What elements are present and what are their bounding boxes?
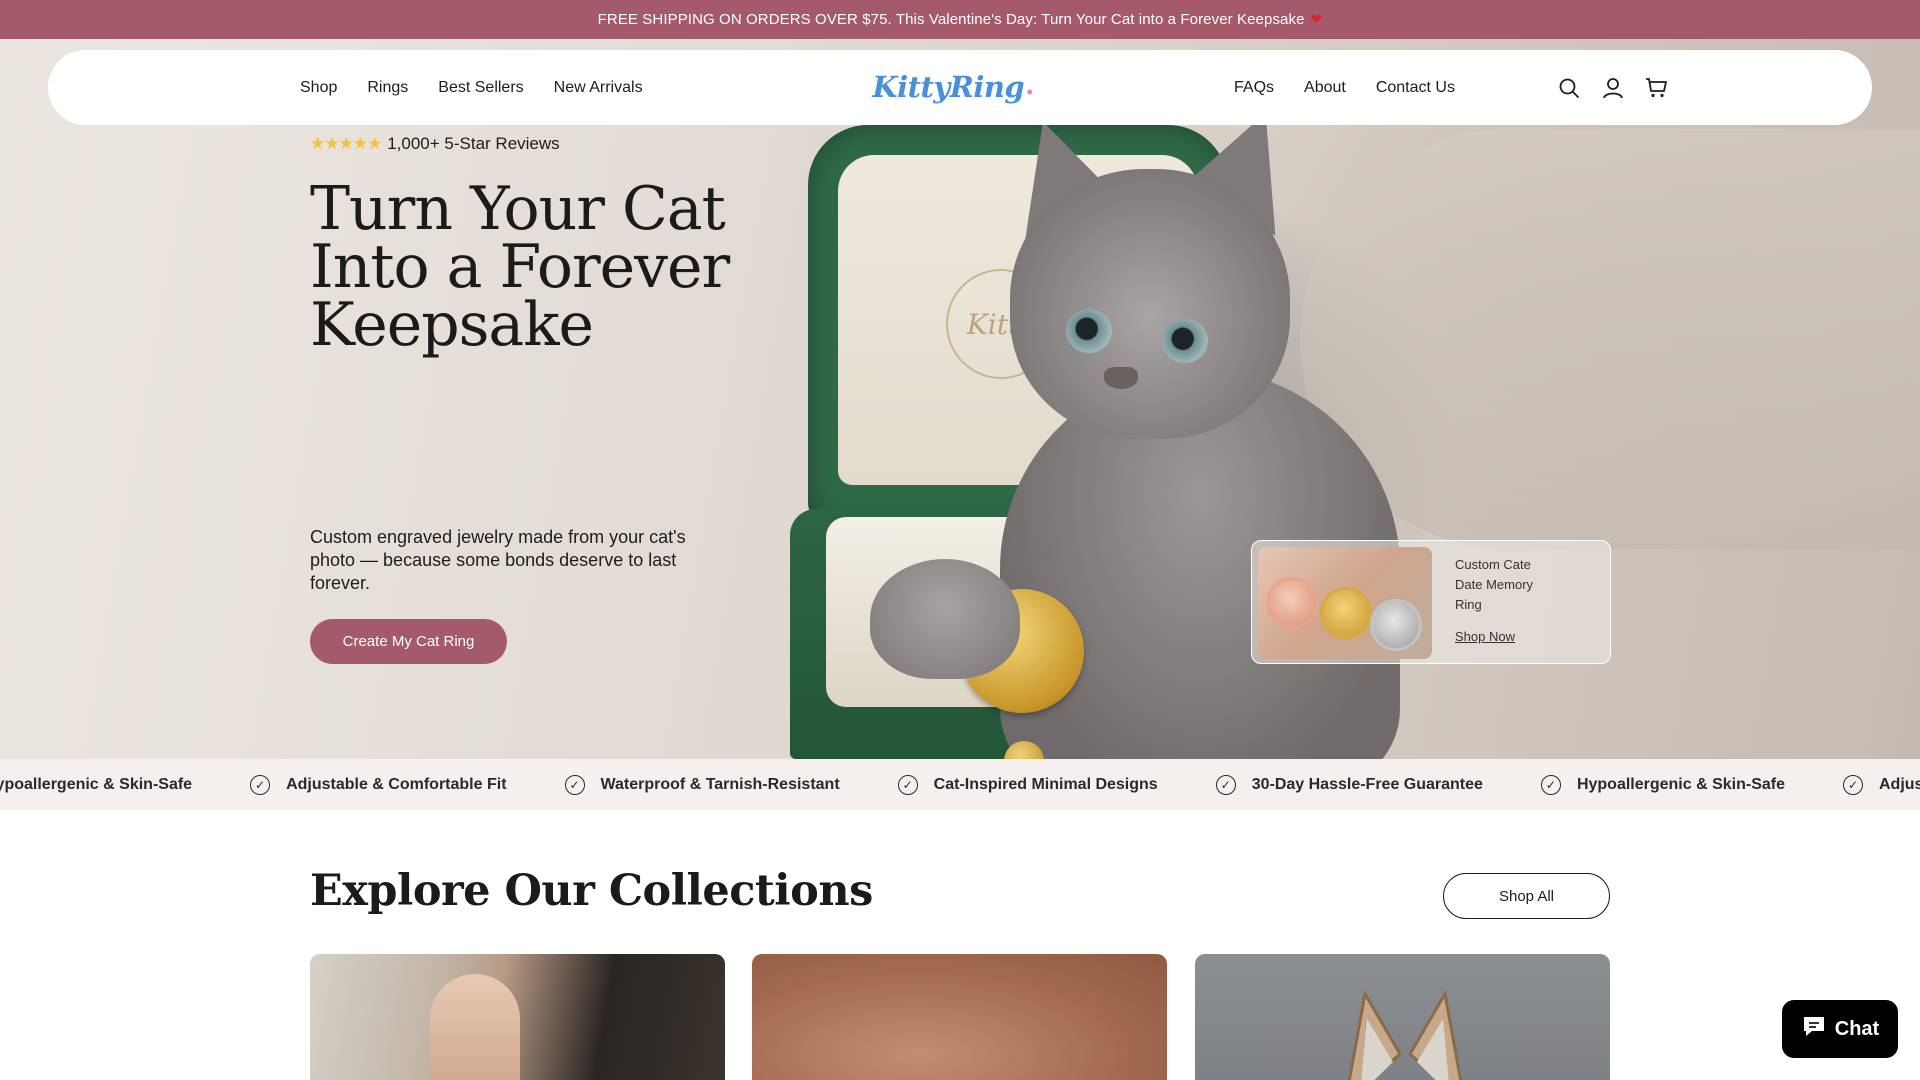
rose-gold-ring [1266, 577, 1318, 629]
nav-link-faqs[interactable]: FAQs [1234, 79, 1274, 97]
kitten-head [1010, 169, 1290, 439]
site-logo[interactable]: KittyRing• [872, 62, 1034, 112]
nav-link-shop[interactable]: Shop [300, 79, 337, 97]
feature-item: ✓ Waterproof & Tarnish-Resistant [564, 774, 840, 795]
promo-shop-now-link[interactable]: Shop Now [1455, 629, 1515, 644]
kitten-paw [870, 559, 1020, 679]
review-count: 1,000+ 5-Star Reviews [387, 134, 560, 153]
nav-link-best-sellers[interactable]: Best Sellers [438, 79, 523, 97]
collections-heading: Explore Our Collections [310, 866, 873, 916]
silver-ring [1370, 599, 1422, 651]
chat-label: Chat [1834, 1017, 1880, 1040]
check-circle-icon: ✓ [250, 774, 271, 795]
nav-link-rings[interactable]: Rings [367, 79, 408, 97]
collection-card[interactable] [1195, 954, 1610, 1080]
shop-all-button[interactable]: Shop All [1443, 873, 1610, 919]
chat-widget-button[interactable]: Chat [1782, 1000, 1898, 1058]
feature-track: Hypoallergenic & Skin-Safe ✓ Adjustable &… [0, 759, 1920, 810]
heart-icon: ❤ [1310, 11, 1323, 27]
feature-item: Hypoallergenic & Skin-Safe [0, 775, 193, 793]
check-circle-icon: ✓ [1540, 774, 1561, 795]
hero-headline: Turn Your Cat Into a Forever Keepsake [310, 174, 730, 360]
feature-item: ✓ Cat-Inspired Minimal Designs [897, 774, 1158, 795]
main-navigation: Shop Rings Best Sellers New Arrivals Kit… [48, 50, 1872, 125]
nav-right-links: FAQs About Contact Us [1234, 50, 1455, 125]
collection-card[interactable] [310, 954, 725, 1080]
hero-background-pillow [1300, 129, 1920, 549]
check-circle-icon: ✓ [564, 774, 585, 795]
hero-banner: Kitty [0, 39, 1920, 759]
nav-link-about[interactable]: About [1304, 79, 1346, 97]
chat-bubble-icon [1801, 1014, 1827, 1044]
kitten-eye-left [1066, 309, 1112, 353]
gold-ring [1320, 587, 1372, 639]
hero-subtext: Custom engraved jewelry made from your c… [310, 527, 686, 593]
announcement-bar: FREE SHIPPING ON ORDERS OVER $75. This V… [0, 0, 1920, 39]
account-icon[interactable] [1600, 75, 1626, 101]
nav-icons [1556, 50, 1670, 125]
feature-item: ✓ Hypoallergenic & Skin-Safe [1540, 774, 1785, 795]
nav-left-links: Shop Rings Best Sellers New Arrivals [300, 50, 643, 125]
check-circle-icon: ✓ [1215, 774, 1236, 795]
feature-item: ✓ 30-Day Hassle-Free Guarantee [1215, 774, 1483, 795]
check-circle-icon: ✓ [1843, 774, 1863, 795]
collection-card[interactable] [752, 954, 1167, 1080]
feature-item: ✓Adjustable & Comfortable Fit [250, 774, 507, 795]
cart-icon[interactable] [1644, 75, 1670, 101]
nav-link-contact-us[interactable]: Contact Us [1376, 79, 1455, 97]
search-icon[interactable] [1556, 75, 1582, 101]
promo-card[interactable]: Custom Cate Date Memory Ring Shop Now [1251, 540, 1611, 664]
nav-link-new-arrivals[interactable]: New Arrivals [554, 79, 643, 97]
feature-marquee: Hypoallergenic & Skin-Safe ✓ Adjustable &… [0, 759, 1920, 810]
kitten-nose [1104, 367, 1138, 389]
check-circle-icon: ✓ [897, 774, 918, 795]
create-cat-ring-button[interactable]: Create My Cat Ring [310, 619, 507, 664]
announcement-text: FREE SHIPPING ON ORDERS OVER $75. This V… [597, 11, 1305, 28]
promo-title: Custom Cate Date Memory Ring [1455, 557, 1534, 612]
star-rating-icon: ★★★★★ [310, 134, 382, 153]
feature-item: ✓Adjustable & Comfortable Fit [1843, 774, 1920, 795]
promo-product-image[interactable] [1258, 547, 1432, 659]
logo-text: KittyRing• [872, 70, 1034, 104]
review-rating: ★★★★★ 1,000+ 5-Star Reviews [310, 134, 560, 154]
collection-image-hand [430, 974, 520, 1080]
kitten-eye-right [1162, 319, 1208, 363]
fox-ring-image [1347, 989, 1463, 1080]
